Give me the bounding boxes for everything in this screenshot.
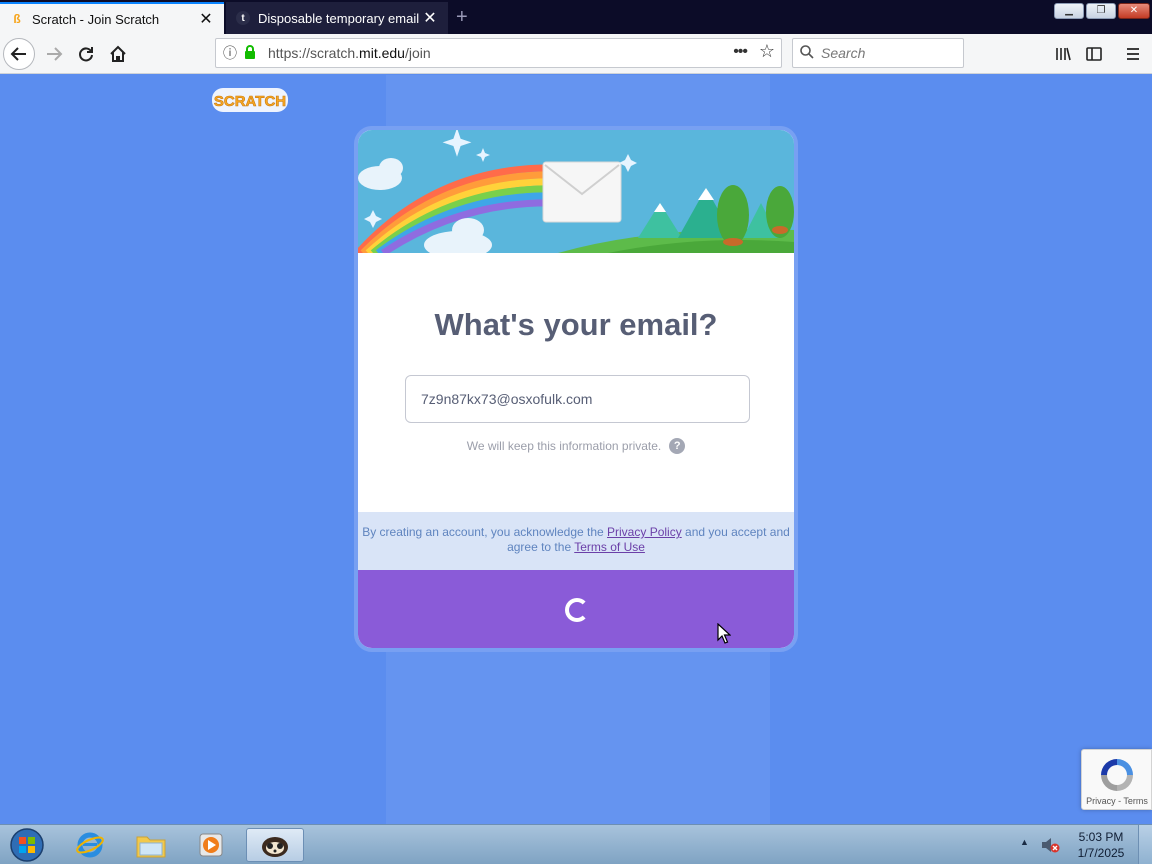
recaptcha-logo-icon xyxy=(1101,759,1133,791)
library-icon[interactable] xyxy=(1047,38,1079,70)
firefox-taskbar-button[interactable] xyxy=(246,828,304,862)
back-arrow-icon[interactable] xyxy=(3,38,35,70)
lock-icon[interactable] xyxy=(244,44,260,62)
url-text[interactable]: https://scratch.mit.edu/join xyxy=(268,45,431,61)
show-desktop-button[interactable] xyxy=(1138,825,1152,864)
page-title: What's your email? xyxy=(434,307,718,342)
recaptcha-privacy-terms[interactable]: Privacy - Terms xyxy=(1082,796,1152,806)
scratch-favicon-icon: ß xyxy=(13,12,21,26)
search-icon xyxy=(793,44,821,62)
close-tab-icon[interactable]: ✕ xyxy=(198,9,214,29)
file-explorer-icon[interactable] xyxy=(124,828,178,862)
privacy-note-text: We will keep this information private. xyxy=(466,439,662,453)
email-field[interactable] xyxy=(405,375,750,423)
window-minimize-button[interactable]: ▁ xyxy=(1054,3,1084,19)
sidebar-icon[interactable] xyxy=(1078,38,1110,70)
search-input[interactable]: Search xyxy=(792,38,964,68)
banner-illustration xyxy=(358,130,794,253)
browser-app-icon xyxy=(262,837,288,857)
terms-of-use-link[interactable]: Terms of Use xyxy=(574,540,645,554)
tab-scratch-join[interactable]: ß Scratch - Join Scratch ✕ xyxy=(0,2,224,34)
new-tab-plus-icon[interactable]: + xyxy=(456,6,468,29)
show-hidden-icons-chevron-icon[interactable]: ▲ xyxy=(1020,837,1029,847)
windows-taskbar: ▲ 5:03 PM 1/7/2025 xyxy=(0,824,1152,864)
clock-time: 5:03 PM xyxy=(1078,830,1124,844)
mouse-cursor-icon xyxy=(717,623,731,644)
help-question-icon[interactable]: ? xyxy=(669,438,686,454)
search-placeholder: Search xyxy=(821,45,866,61)
logo-text: SCRATCH xyxy=(214,93,286,110)
url-path: /join xyxy=(404,45,431,61)
tab-label: Disposable temporary email - T xyxy=(258,10,422,26)
home-icon[interactable] xyxy=(102,38,134,70)
url-bar[interactable]: ⓘ https://scratch.mit.edu/join ••• ☆ xyxy=(215,38,782,68)
hamburger-menu-icon[interactable] xyxy=(1117,38,1149,70)
reload-icon[interactable] xyxy=(70,38,102,70)
url-prefix: https://scratch. xyxy=(268,45,360,61)
privacy-policy-link[interactable]: Privacy Policy xyxy=(607,525,682,539)
close-tab-icon[interactable]: ✕ xyxy=(422,8,438,28)
start-button[interactable] xyxy=(2,828,52,862)
browser-tab-bar: ß Scratch - Join Scratch ✕ t Disposable … xyxy=(0,0,1152,34)
bookmark-star-icon[interactable]: ☆ xyxy=(759,41,775,62)
window-close-button[interactable]: ✕ xyxy=(1118,3,1150,19)
legal-text-1: By creating an account, you acknowledge … xyxy=(362,525,608,539)
forward-arrow-icon[interactable] xyxy=(38,38,70,70)
media-player-icon[interactable] xyxy=(184,828,238,862)
privacy-note: We will keep this information private. ? xyxy=(358,438,794,454)
loading-spinner-icon xyxy=(565,598,589,622)
scratch-logo[interactable]: SCRATCH xyxy=(211,86,289,114)
volume-muted-icon[interactable] xyxy=(1040,836,1060,859)
windows-orb-icon xyxy=(10,828,44,862)
browser-nav-bar: ⓘ https://scratch.mit.edu/join ••• ☆ Sea… xyxy=(0,34,1152,74)
page-actions-icon[interactable]: ••• xyxy=(733,43,748,61)
info-icon[interactable]: ⓘ xyxy=(216,43,244,63)
join-modal: What's your email? We will keep this inf… xyxy=(354,126,798,652)
window-restore-button[interactable]: ❐ xyxy=(1086,3,1116,19)
clock-date: 1/7/2025 xyxy=(1077,846,1125,860)
internet-explorer-icon[interactable] xyxy=(63,828,117,862)
recaptcha-badge[interactable]: Privacy - Terms xyxy=(1081,749,1152,810)
legal-notice: By creating an account, you acknowledge … xyxy=(358,512,794,570)
temp-mail-favicon-icon: t xyxy=(236,11,250,25)
tab-disposable-email[interactable]: t Disposable temporary email - T ✕ xyxy=(226,2,448,34)
url-domain: mit.edu xyxy=(359,45,405,61)
tab-label: Scratch - Join Scratch xyxy=(32,11,160,27)
system-clock[interactable]: 5:03 PM 1/7/2025 xyxy=(1068,829,1134,861)
page-content: SCRATCH What's your email? 7z9n87kx73@os… xyxy=(0,75,1152,824)
